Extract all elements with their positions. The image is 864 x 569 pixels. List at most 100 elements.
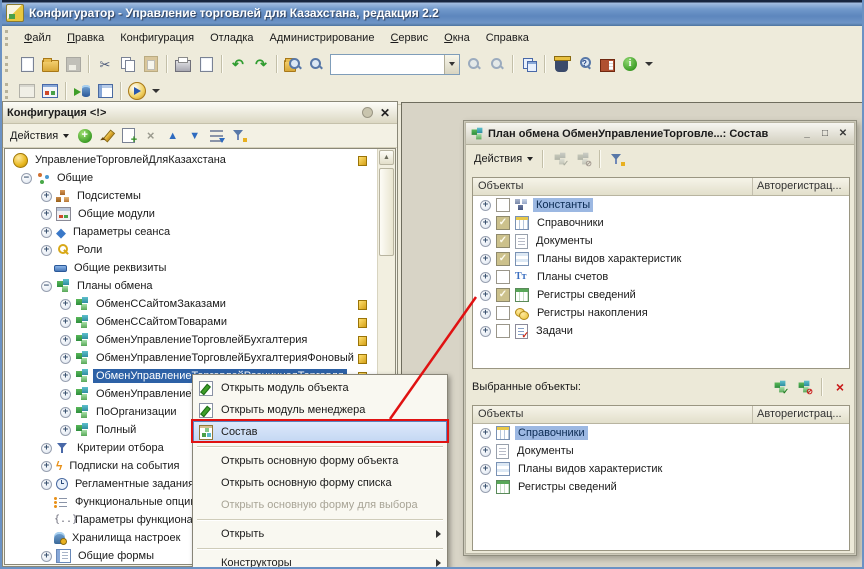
mark-autoregistration-button[interactable]: ✓	[770, 377, 790, 397]
menu-item-open-object-module[interactable]: Открыть модуль объекта	[193, 377, 447, 399]
object-row[interactable]: Документы	[473, 232, 849, 250]
window-list-button[interactable]	[518, 53, 540, 75]
help-contents-button[interactable]	[596, 53, 618, 75]
checkbox[interactable]	[496, 324, 510, 338]
remove-selected-button[interactable]: ×	[830, 377, 850, 397]
panel-close-icon[interactable]: ✕	[377, 106, 393, 120]
object-row[interactable]: Тт Планы счетов	[473, 268, 849, 286]
expand-icon[interactable]	[41, 227, 52, 238]
check-all-button[interactable]: ✓	[550, 149, 570, 169]
tree-item[interactable]: ОбменУправлениеТорговлейБухгалтерия	[5, 331, 377, 349]
expand-icon[interactable]	[41, 245, 52, 256]
expand-icon[interactable]	[480, 326, 491, 337]
expand-icon[interactable]	[480, 464, 491, 475]
syntax-check-button[interactable]	[550, 53, 572, 75]
filter-button[interactable]	[229, 126, 248, 145]
actions-menu-button[interactable]: Действия	[7, 128, 72, 144]
object-row[interactable]: Планы видов характеристик	[473, 250, 849, 268]
expand-icon[interactable]	[480, 218, 491, 229]
save-button[interactable]	[62, 53, 84, 75]
delete-button[interactable]: ×	[141, 126, 160, 145]
selected-object-row[interactable]: Документы	[473, 442, 849, 460]
search-combobox[interactable]	[330, 54, 460, 75]
db-table-button[interactable]	[94, 80, 116, 102]
autoregistration-column-header[interactable]: Авторегистрац...	[752, 406, 849, 423]
tree-item[interactable]: Подсистемы	[5, 187, 377, 205]
menu-debug[interactable]: Отладка	[203, 29, 260, 47]
expand-icon[interactable]	[480, 446, 491, 457]
checkbox[interactable]	[496, 306, 510, 320]
copy-button[interactable]	[117, 53, 139, 75]
expand-icon[interactable]	[60, 317, 71, 328]
uncheck-all-button[interactable]: ⊘	[573, 149, 593, 169]
close-icon[interactable]	[836, 127, 850, 141]
open-button[interactable]	[39, 53, 61, 75]
expand-icon[interactable]	[480, 428, 491, 439]
checkbox-checked[interactable]	[496, 234, 510, 248]
sort-button[interactable]	[207, 126, 226, 145]
help-search-button[interactable]	[573, 53, 595, 75]
object-row[interactable]: Справочники	[473, 214, 849, 232]
find-next-button[interactable]	[463, 53, 485, 75]
print-preview-button[interactable]	[195, 53, 217, 75]
edit-button[interactable]	[97, 126, 116, 145]
pin-icon[interactable]	[362, 107, 373, 118]
menu-item-open-main-object-form[interactable]: Открыть основную форму объекта	[193, 450, 447, 472]
collapse-icon[interactable]	[21, 173, 32, 184]
collapse-icon[interactable]	[41, 281, 52, 292]
scrollbar-thumb[interactable]	[379, 168, 394, 256]
paste-button[interactable]	[140, 53, 162, 75]
tree-item[interactable]: ОбменУправлениеТорговлейБухгалтерияФонов…	[5, 349, 377, 367]
copy-add-button[interactable]	[119, 126, 138, 145]
selected-object-row[interactable]: Планы видов характеристик	[473, 460, 849, 478]
expand-icon[interactable]	[60, 389, 71, 400]
menu-item-open-main-list-form[interactable]: Открыть основную форму списка	[193, 472, 447, 494]
object-row[interactable]: Регистры накопления	[473, 304, 849, 322]
object-row[interactable]: Регистры сведений	[473, 286, 849, 304]
configuration-window-button[interactable]	[39, 80, 61, 102]
clear-autoregistration-button[interactable]: ⊘	[794, 377, 814, 397]
expand-icon[interactable]	[480, 272, 491, 283]
expand-icon[interactable]	[41, 461, 52, 472]
tree-item[interactable]: Общие реквизиты	[5, 259, 377, 277]
maximize-icon[interactable]	[818, 127, 832, 141]
expand-icon[interactable]	[480, 200, 491, 211]
expand-icon[interactable]	[60, 371, 71, 382]
menu-item-open-manager-module[interactable]: Открыть модуль менеджера	[193, 399, 447, 421]
menu-help[interactable]: Справка	[479, 29, 536, 47]
find-previous-button[interactable]	[486, 53, 508, 75]
expand-icon[interactable]	[480, 308, 491, 319]
selected-object-row[interactable]: Регистры сведений	[473, 478, 849, 496]
objects-column-header[interactable]: Объекты	[473, 406, 752, 423]
expand-icon[interactable]	[480, 236, 491, 247]
cut-button[interactable]: ✂	[94, 53, 116, 75]
tree-item[interactable]: ОбменССайтомТоварами	[5, 313, 377, 331]
expand-icon[interactable]	[41, 551, 52, 562]
scroll-up-icon[interactable]: ▲	[379, 150, 394, 165]
menu-item-content[interactable]: Состав	[193, 421, 447, 443]
update-db-configuration-button[interactable]	[71, 80, 93, 102]
tree-item[interactable]: Общие модули	[5, 205, 377, 223]
dialog-title-bar[interactable]: План обмена ОбменУправлениеТорговле...: …	[466, 123, 854, 145]
tree-item[interactable]: Роли	[5, 241, 377, 259]
find-button[interactable]	[305, 53, 327, 75]
menu-item-constructors[interactable]: Конструкторы	[193, 552, 447, 569]
tree-item[interactable]: Планы обмена	[5, 277, 377, 295]
expand-icon[interactable]	[480, 254, 491, 265]
expand-icon[interactable]	[41, 209, 52, 220]
debug-dropdown-icon[interactable]	[152, 89, 160, 93]
menu-windows[interactable]: Окна	[437, 29, 477, 47]
tree-item[interactable]: ОбменССайтомЗаказами	[5, 295, 377, 313]
tree-item-root[interactable]: УправлениеТорговлейДляКазахстана	[5, 151, 377, 169]
selected-object-row[interactable]: Справочники	[473, 424, 849, 442]
new-document-button[interactable]	[16, 53, 38, 75]
dialog-filter-button[interactable]	[607, 149, 627, 169]
objects-column-header[interactable]: Объекты	[473, 178, 752, 195]
find-in-files-button[interactable]	[282, 53, 304, 75]
info-button[interactable]: i	[619, 53, 641, 75]
expand-icon[interactable]	[41, 479, 52, 490]
expand-icon[interactable]	[60, 425, 71, 436]
tree-item[interactable]: Общие	[5, 169, 377, 187]
move-up-button[interactable]: ▲	[163, 126, 182, 145]
start-debugging-button[interactable]	[126, 80, 148, 102]
